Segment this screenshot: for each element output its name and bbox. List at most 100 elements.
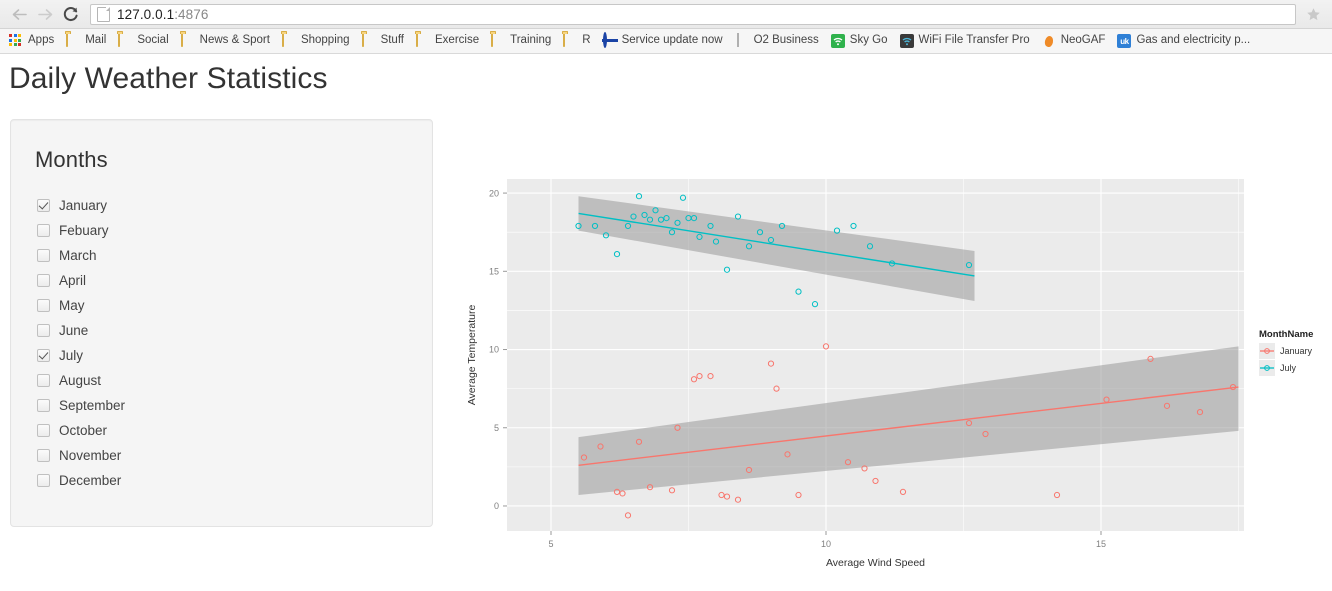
bookmark-service-update[interactable]: Service update now xyxy=(597,31,729,52)
bookmark-label: WiFi File Transfer Pro xyxy=(918,34,1030,47)
checkbox-august[interactable] xyxy=(37,374,50,387)
checkbox-row-june[interactable]: June xyxy=(37,318,125,343)
bookmark-label: Social xyxy=(137,34,169,47)
checkbox-october[interactable] xyxy=(37,424,50,437)
checkbox-row-september[interactable]: September xyxy=(37,393,125,418)
x-axis-title: Average Wind Speed xyxy=(826,557,925,569)
months-checklist: January Febuary March April May June Jul… xyxy=(37,193,125,493)
bookmark-label: NeoGAF xyxy=(1060,34,1106,47)
page-document-icon xyxy=(97,6,110,22)
bookmark-neogaf[interactable]: NeoGAF xyxy=(1036,31,1112,52)
x-axis-tick-label: 10 xyxy=(821,539,831,549)
plot-svg: 0 5 10 15 20 5 10 15 Average Wind Speed Average T… xyxy=(466,179,1313,569)
bookmark-sky-go[interactable]: Sky Go xyxy=(825,31,894,52)
forward-arrow-icon[interactable] xyxy=(32,1,58,27)
folder-icon xyxy=(491,33,505,48)
browser-chrome: 127.0.0.1:4876 Apps Mail Social News & S… xyxy=(0,0,1332,54)
checkbox-row-july[interactable]: July xyxy=(37,343,125,368)
y-axis-tick-label: 15 xyxy=(489,267,499,277)
checkbox-april[interactable] xyxy=(37,274,50,287)
checkbox-june[interactable] xyxy=(37,324,50,337)
reload-icon[interactable] xyxy=(58,1,84,27)
bookmark-stuff[interactable]: Stuff xyxy=(356,31,410,52)
url-text: 127.0.0.1:4876 xyxy=(117,6,209,22)
bookmark-wifi-file-transfer[interactable]: WiFi File Transfer Pro xyxy=(894,31,1036,52)
y-axis-title: Average Temperature xyxy=(466,305,478,406)
weather-scatter-plot: 0 5 10 15 20 5 10 15 Average Wind Speed Average T… xyxy=(455,109,1332,569)
checkbox-label: May xyxy=(59,297,85,313)
legend-entry-label: January xyxy=(1280,346,1313,356)
folder-icon xyxy=(118,33,132,48)
y-axis-tick-label: 0 xyxy=(494,501,499,511)
apps-grid-icon xyxy=(9,34,23,48)
bookmark-shopping[interactable]: Shopping xyxy=(276,31,356,52)
bookmark-label: Shopping xyxy=(300,34,350,47)
checkbox-september[interactable] xyxy=(37,399,50,412)
checkbox-label: January xyxy=(59,197,108,213)
bookmark-label: Stuff xyxy=(380,34,405,47)
checkbox-december[interactable] xyxy=(37,474,50,487)
bookmark-exercise[interactable]: Exercise xyxy=(410,31,485,52)
legend-entry-label: July xyxy=(1280,363,1297,373)
checkbox-label: June xyxy=(59,322,89,338)
checkbox-march[interactable] xyxy=(37,249,50,262)
bookmark-label: O2 Business xyxy=(753,34,819,47)
checkbox-label: September xyxy=(59,397,126,413)
checkbox-febuary[interactable] xyxy=(37,224,50,237)
checkbox-label: March xyxy=(59,247,97,263)
checkbox-row-november[interactable]: November xyxy=(37,443,125,468)
months-panel: Months January Febuary March April May J… xyxy=(10,119,433,527)
bookmark-label: R xyxy=(582,34,591,47)
bookmark-o2-business[interactable]: O2 Business xyxy=(729,31,825,52)
checkbox-label: Febuary xyxy=(59,222,109,238)
back-arrow-icon[interactable] xyxy=(6,1,32,27)
checkbox-row-may[interactable]: May xyxy=(37,293,125,318)
folder-icon xyxy=(563,33,577,48)
bookmark-gas-electricity[interactable]: uk Gas and electricity p... xyxy=(1111,31,1256,52)
bookmark-training[interactable]: Training xyxy=(485,31,557,52)
address-bar[interactable]: 127.0.0.1:4876 xyxy=(90,3,1296,25)
checkbox-row-october[interactable]: October xyxy=(37,418,125,443)
checkbox-label: August xyxy=(59,372,102,388)
checkbox-label: October xyxy=(59,422,108,438)
y-axis-tick-label: 5 xyxy=(494,423,499,433)
checkbox-row-december[interactable]: December xyxy=(37,468,125,493)
x-axis-tick-label: 15 xyxy=(1096,539,1106,549)
bookmark-mail[interactable]: Mail xyxy=(60,31,112,52)
neogaf-icon xyxy=(1042,34,1056,48)
bookmark-r[interactable]: R xyxy=(557,31,596,52)
bookmark-star-icon[interactable] xyxy=(1300,1,1326,27)
checkbox-row-febuary[interactable]: Febuary xyxy=(37,218,125,243)
checkbox-january[interactable] xyxy=(37,199,50,212)
browser-toolbar: 127.0.0.1:4876 xyxy=(0,0,1332,29)
bookmark-label: Apps xyxy=(28,34,55,47)
months-heading: Months xyxy=(35,147,108,172)
bookmark-label: Sky Go xyxy=(849,34,888,47)
checkbox-july[interactable] xyxy=(37,349,50,362)
page-title: Daily Weather Statistics xyxy=(9,62,328,95)
x-axis-tick-label: 5 xyxy=(548,539,553,549)
checkbox-row-august[interactable]: August xyxy=(37,368,125,393)
wifi-green-icon xyxy=(830,34,845,48)
bookmark-label: Training xyxy=(510,34,552,47)
document-icon xyxy=(735,33,749,48)
bookmark-label: Service update now xyxy=(621,34,723,47)
bookmark-social[interactable]: Social xyxy=(112,31,174,52)
checkbox-november[interactable] xyxy=(37,449,50,462)
checkbox-may[interactable] xyxy=(37,299,50,312)
bookmark-label: Gas and electricity p... xyxy=(1136,34,1251,47)
checkbox-row-april[interactable]: April xyxy=(37,268,125,293)
bookmark-apps[interactable]: Apps xyxy=(3,31,60,52)
bookmarks-bar: Apps Mail Social News & Sport Shopping S… xyxy=(0,29,1332,54)
checkbox-row-march[interactable]: March xyxy=(37,243,125,268)
bookmark-label: Exercise xyxy=(435,34,480,47)
checkbox-row-january[interactable]: January xyxy=(37,193,125,218)
folder-icon xyxy=(180,33,195,48)
app-page: Daily Weather Statistics Months January … xyxy=(0,54,1332,591)
y-axis-tick-label: 10 xyxy=(489,345,499,355)
wifi-dark-icon xyxy=(899,34,914,48)
bookmark-news-sport[interactable]: News & Sport xyxy=(175,31,276,52)
checkbox-label: July xyxy=(59,347,84,363)
bookmark-label: News & Sport xyxy=(199,34,270,47)
folder-icon xyxy=(66,33,80,48)
